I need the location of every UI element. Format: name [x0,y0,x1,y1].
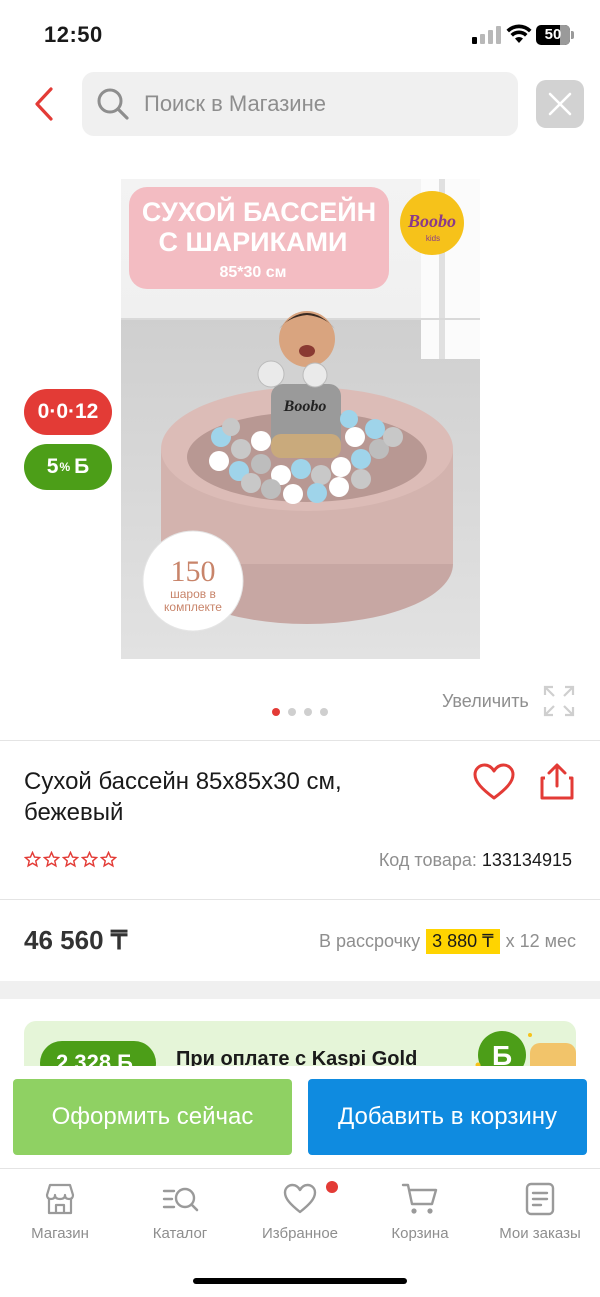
shirt-text: Boobo [283,398,327,415]
installment-suffix: x 12 мес [505,931,576,951]
balls-caption-2: комплекте [164,600,222,614]
divider [0,740,600,741]
home-indicator [193,1278,407,1284]
tab-my-orders[interactable]: Мои заказы [480,1181,600,1257]
gallery-dot[interactable] [272,708,280,716]
star-icon [43,851,60,868]
star-icon [62,851,79,868]
action-bar: Оформить сейчас Добавить в корзину [0,1066,600,1168]
battery-icon: 50 [536,25,574,45]
installment-prefix: В рассрочку [318,931,421,951]
product-image[interactable]: СУХОЙ БАССЕЙН С ШАРИКАМИ 85*30 см Boobo … [121,179,480,659]
zoom-label: Увеличить [442,690,529,711]
kaspi-gold-promo[interactable]: 2 328 Б При оплате с Kaspi Gold Б [24,1021,576,1067]
installment-badge: 0·0·12 [24,389,112,435]
tab-catalog[interactable]: Каталог [120,1181,240,1257]
product-code: Код товара: 133134915 [379,850,572,871]
tab-store[interactable]: Магазин [0,1181,120,1257]
signal-icon [472,26,502,44]
heart-icon [283,1183,317,1214]
star-icon [81,851,98,868]
balls-count: 150 [171,555,216,588]
search-bar[interactable] [82,72,518,136]
divider [0,899,600,900]
installment-amount: 3 880 ₸ [426,929,500,954]
product-price: 46 560 ₸ [24,925,128,955]
tab-label: Корзина [391,1225,449,1242]
section-separator [0,981,600,999]
bonus-currency: Б [74,455,90,478]
product-photo-illustration: СУХОЙ БАССЕЙН С ШАРИКАМИ 85*30 см Boobo … [121,179,480,659]
expand-icon [543,685,574,717]
bonus-percent: % [59,460,71,474]
promo-coin-symbol: Б [492,1040,512,1067]
promo-bonus-amount: 2 328 Б [40,1041,156,1067]
notification-dot [326,1181,338,1193]
gallery-dot[interactable] [288,708,296,716]
buy-now-button[interactable]: Оформить сейчас [13,1079,292,1155]
status-time: 12:50 [44,22,103,47]
search-input[interactable] [144,72,504,136]
chevron-left-icon [35,87,53,121]
tab-favorites[interactable]: Избранное [240,1181,360,1257]
bonus-value: 5 [46,455,59,478]
status-bar: 12:50 50 [0,0,600,66]
clear-search-button[interactable] [536,80,584,128]
tab-label: Магазин [31,1225,89,1242]
product-code-value: 133134915 [481,850,572,870]
store-icon [45,1183,75,1215]
brand-logo: Boobo [407,211,456,231]
promo-text: При оплате с Kaspi Gold [176,1048,418,1067]
catalog-search-icon [162,1187,199,1212]
installment-info: В рассрочку 3 880 ₸ x 12 мес [319,929,576,954]
brand-sub: kids [426,234,440,243]
favorite-heart-icon[interactable] [472,762,516,802]
orders-icon [525,1182,555,1216]
back-button[interactable] [26,84,62,124]
tab-label: Каталог [152,1225,208,1242]
gallery-dot[interactable] [304,708,312,716]
product-title: Сухой бассейн 85x85x30 см, бежевый [24,768,342,826]
tab-cart[interactable]: Корзина [360,1181,480,1257]
search-icon [97,88,129,120]
battery-level: 50 [544,26,562,43]
banner-size: 85*30 см [220,264,287,281]
close-icon [548,92,572,116]
star-icon [24,851,41,868]
star-icon [100,851,117,868]
gallery-dot[interactable] [320,708,328,716]
zoom-button[interactable]: Увеличить [442,684,575,718]
cart-icon [401,1183,438,1214]
gallery-pagination[interactable] [272,708,336,716]
add-to-cart-button[interactable]: Добавить в корзину [308,1079,587,1155]
tab-label: Избранное [261,1225,339,1242]
bonus-badge: 5% Б [24,444,112,490]
banner-line1: СУХОЙ БАССЕЙН [142,196,376,227]
tab-label: Мои заказы [499,1225,581,1242]
rating-stars [24,851,119,868]
banner-line2: С ШАРИКАМИ [159,227,348,257]
share-icon[interactable] [538,762,576,802]
wifi-icon [506,24,532,43]
balls-caption-1: шаров в [170,587,216,601]
bonus-coin-icon: Б [475,1031,576,1067]
product-code-label: Код товара: [378,850,477,870]
